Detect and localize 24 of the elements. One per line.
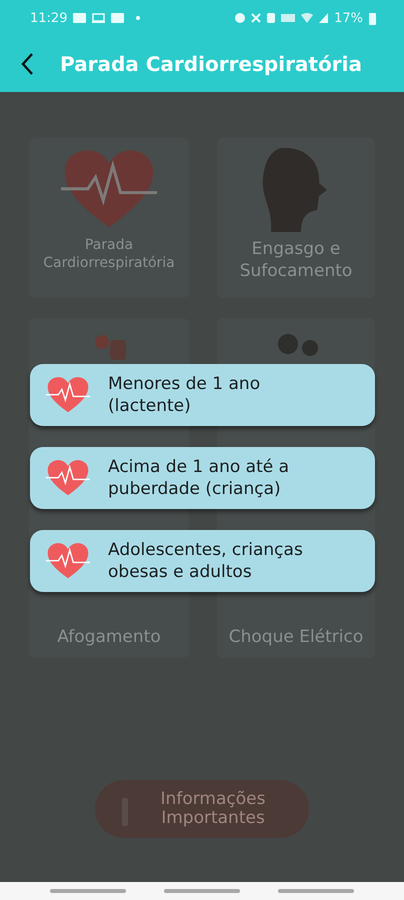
recents-button[interactable] — [50, 889, 126, 893]
heart-icon — [46, 376, 90, 414]
card-label: Choque Elétrico — [228, 626, 364, 648]
card-label: Afogamento — [57, 626, 161, 648]
back-icon[interactable] — [20, 52, 34, 76]
battery-level: 17% — [334, 10, 363, 26]
back-nav-button[interactable] — [278, 889, 354, 893]
status-time: 11:29 — [30, 10, 68, 26]
wifi-icon — [301, 13, 314, 23]
age-option-menu[interactable]: Acima de 1 ano até a puberdade (criança) — [30, 447, 375, 509]
heart-icon — [61, 148, 157, 230]
card-label: Engasgo e Sufocamento — [238, 238, 354, 282]
age-option-menu[interactable]: Menores de 1 ano (lactente) — [30, 364, 375, 426]
battery-icon — [369, 12, 376, 24]
home-button[interactable] — [164, 889, 240, 893]
age-option-menu[interactable]: Adolescentes, crianças obesas e adultos — [30, 530, 375, 592]
laptop-icon — [92, 13, 106, 23]
info-label: Informações Importantes — [160, 790, 266, 828]
image-icon — [73, 13, 86, 23]
card-label: Parada Cardiorrespiratória — [42, 236, 176, 272]
heart-icon — [46, 542, 90, 580]
signal-icon — [319, 13, 328, 23]
heart-icon — [46, 459, 90, 497]
page-title: Parada Cardiorrespiratória — [60, 52, 362, 76]
